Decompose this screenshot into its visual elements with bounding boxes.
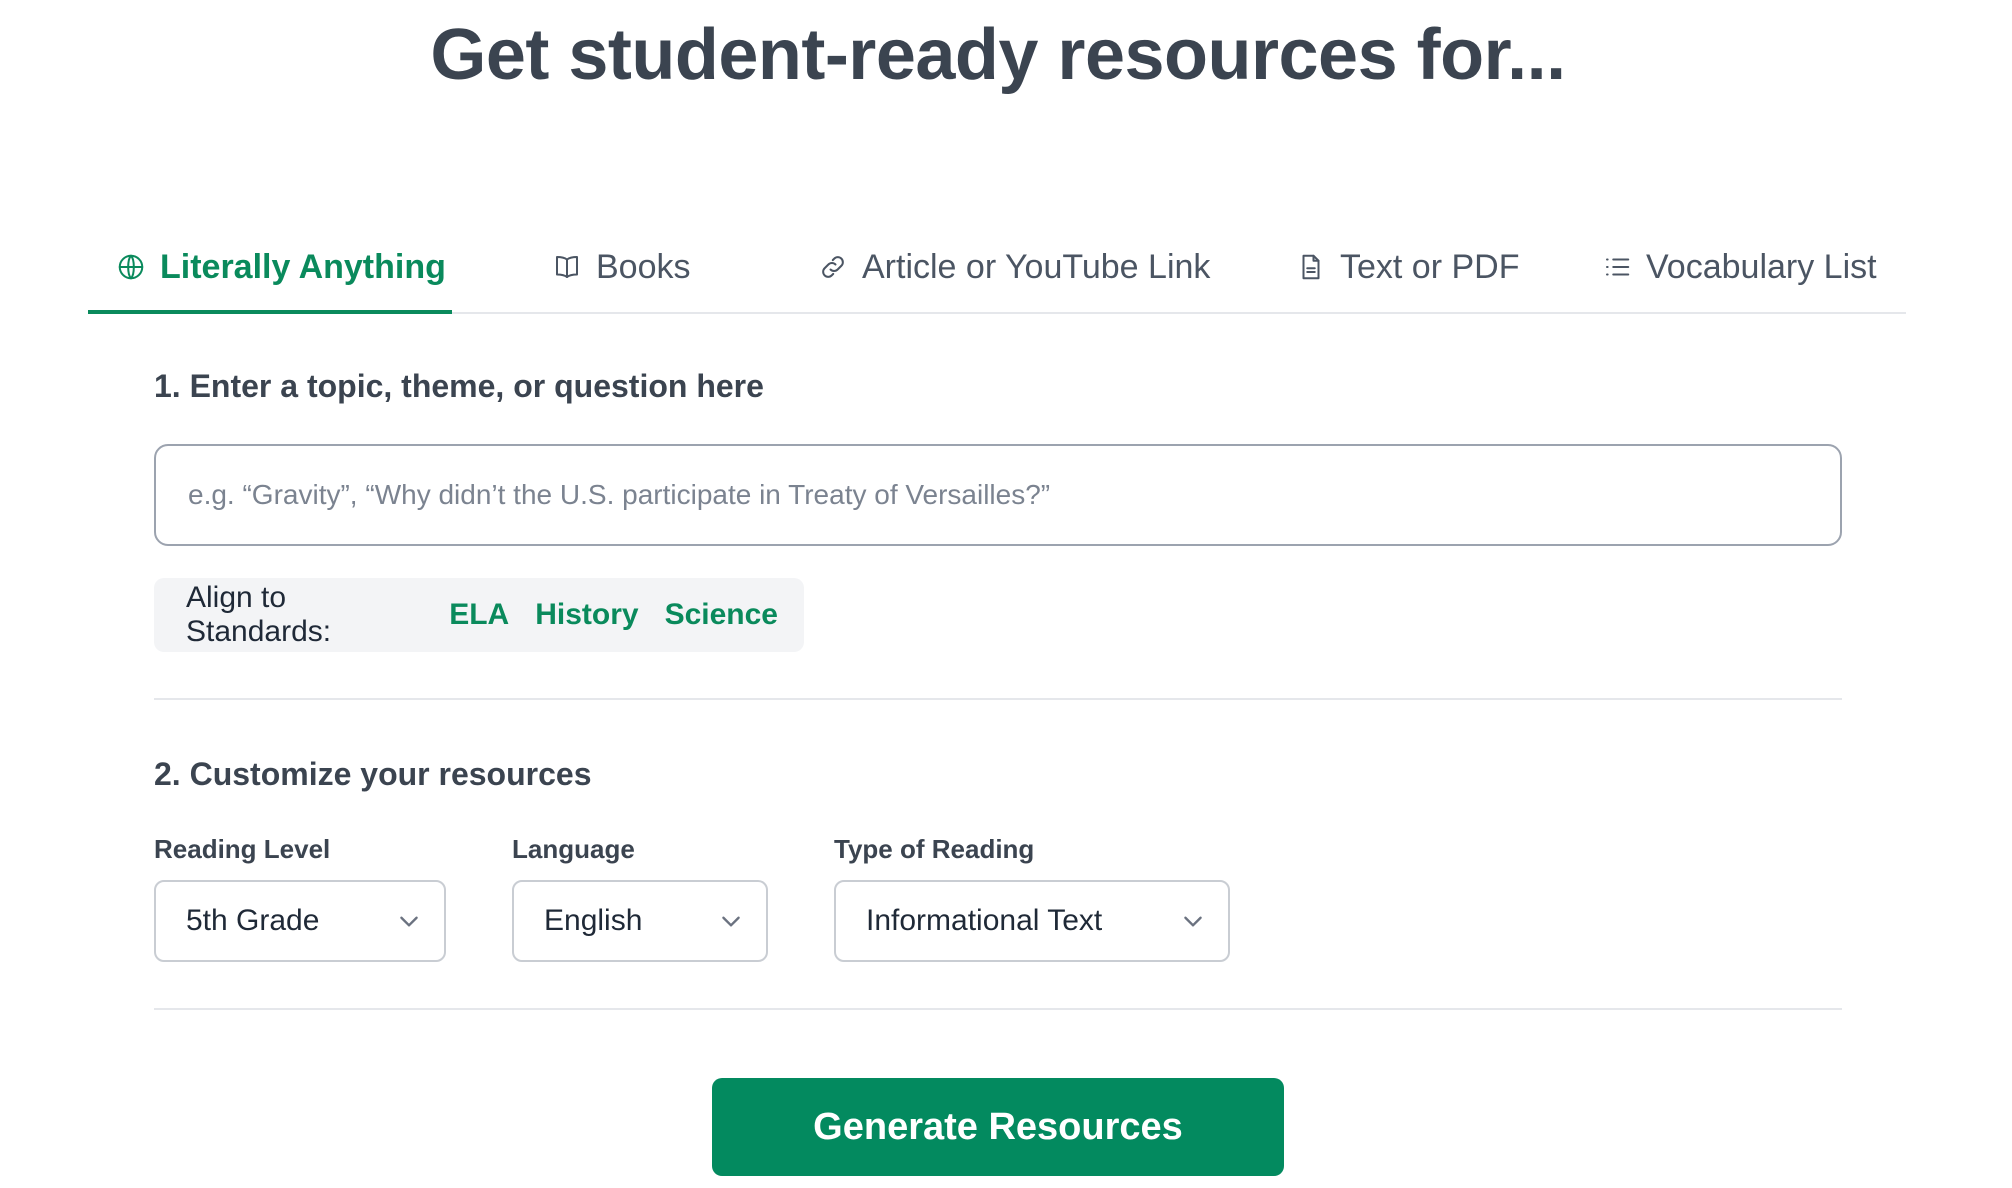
reading-type-label: Type of Reading	[834, 834, 1035, 864]
reading-type-select[interactable]: Informational Text	[834, 880, 1230, 962]
standard-ela-link[interactable]: ELA	[449, 598, 509, 632]
page-title: Get student-ready resources for...	[430, 15, 1566, 95]
tab-literally-anything[interactable]: Literally Anything	[116, 220, 446, 314]
section-divider	[154, 1008, 1842, 1010]
tab-label: Books	[596, 247, 691, 286]
tab-label: Vocabulary List	[1646, 247, 1877, 286]
language-label: Language	[512, 834, 635, 864]
chevron-down-icon	[722, 916, 740, 927]
standards-label: Align to Standards:	[186, 581, 332, 648]
reading-level-label: Reading Level	[154, 834, 331, 864]
link-icon	[822, 256, 844, 278]
chevron-down-icon	[1184, 916, 1202, 927]
reading-level-select[interactable]: 5th Grade	[154, 880, 446, 962]
source-tabs: Literally Anything Books Article or YouT…	[88, 220, 1906, 314]
tab-label: Text or PDF	[1340, 247, 1520, 286]
tab-text-pdf[interactable]: Text or PDF	[1296, 220, 1519, 314]
reading-type-value: Informational Text	[866, 904, 1103, 937]
list-icon	[1606, 258, 1630, 276]
language-select[interactable]: English	[512, 880, 768, 962]
tab-vocabulary-list[interactable]: Vocabulary List	[1602, 220, 1877, 314]
globe-icon	[118, 254, 144, 280]
tab-label: Article or YouTube Link	[862, 247, 1211, 286]
generate-resources-button[interactable]: Generate Resources	[712, 1078, 1284, 1176]
standard-science-link[interactable]: Science	[665, 598, 778, 632]
tab-books[interactable]: Books	[552, 220, 691, 314]
chevron-down-icon	[400, 916, 418, 927]
reading-level-value: 5th Grade	[186, 904, 320, 937]
standard-history-link[interactable]: History	[535, 598, 638, 632]
book-icon	[556, 256, 578, 278]
section-divider	[154, 698, 1842, 700]
tab-label: Literally Anything	[160, 247, 446, 286]
active-tab-indicator	[88, 310, 452, 314]
tab-article-link[interactable]: Article or YouTube Link	[818, 220, 1210, 314]
step-2-title: 2. Customize your resources	[154, 756, 592, 792]
standards-panel: Align to Standards: ELA History Science	[154, 578, 804, 652]
topic-input[interactable]	[154, 444, 1842, 546]
step-1-title: 1. Enter a topic, theme, or question her…	[154, 368, 764, 404]
document-icon	[1302, 254, 1320, 280]
language-value: English	[544, 904, 643, 937]
